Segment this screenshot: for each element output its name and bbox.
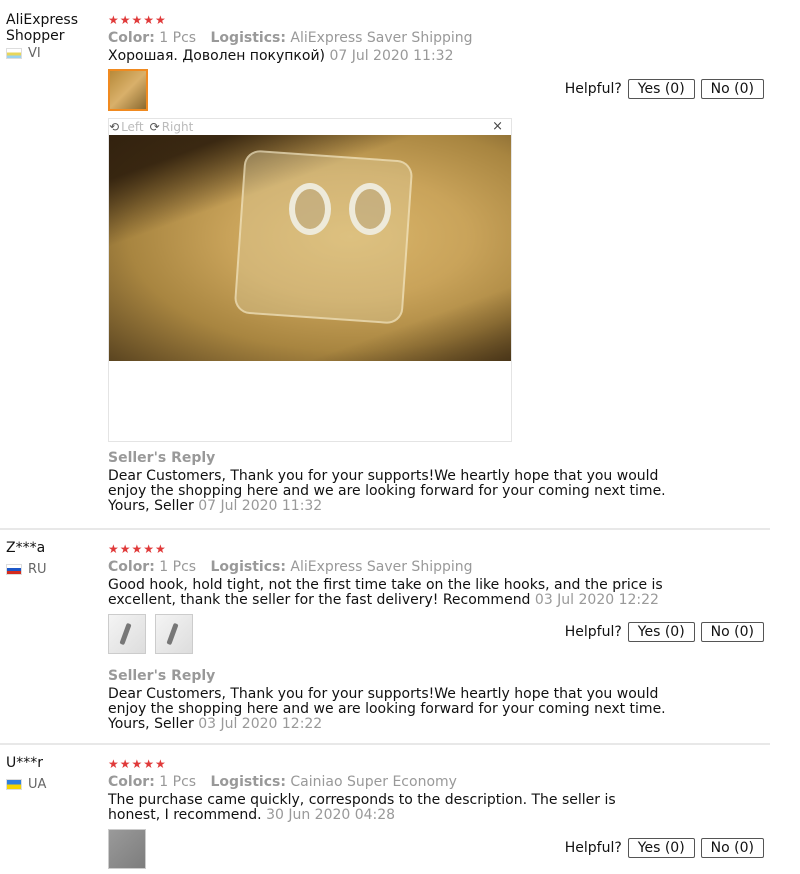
photo-viewer: ⟲ Left ⟳ Right × <box>108 118 512 442</box>
seller-reply-title: Seller's Reply <box>108 668 216 684</box>
color-value: 1 Pcs <box>159 559 197 575</box>
review-text-content: Хорошая. Доволен покупкой) <box>108 48 325 64</box>
helpful-label: Helpful? <box>564 624 622 640</box>
seller-reply-text: Dear Customers, Thank you for your suppo… <box>108 686 666 717</box>
country-code: UA <box>28 777 47 792</box>
reviewer-name: AliExpress Shopper <box>6 12 79 44</box>
rotate-right-icon: ⟳ <box>149 119 160 134</box>
helpful-no-button[interactable]: No (0) <box>700 838 764 858</box>
helpful-yes-button[interactable]: Yes (0) <box>627 79 695 99</box>
color-value: 1 Pcs <box>159 30 197 46</box>
review-photo-thumbnail[interactable] <box>108 829 146 869</box>
rating-stars: ★★★★★ <box>108 757 167 771</box>
helpful-no-button[interactable]: No (0) <box>700 622 764 642</box>
flag-icon <box>6 779 22 790</box>
reviewer-name: Z***a <box>6 540 46 556</box>
review-meta: Color: 1 Pcs Logistics: AliExpress Saver… <box>108 29 768 47</box>
seller-reply-date: 07 Jul 2020 11:32 <box>198 498 323 514</box>
rotate-left-label: Left <box>121 119 144 134</box>
rotate-left-icon: ⟲ <box>109 119 120 134</box>
seller-reply-sign: Yours, Seller 07 Jul 2020 11:32 <box>108 499 668 514</box>
reviewer-country: UA <box>6 777 101 792</box>
review-date: 07 Jul 2020 11:32 <box>329 48 454 64</box>
review-text: The purchase came quickly, corresponds t… <box>108 793 668 823</box>
rotate-right-button[interactable]: ⟳ Right <box>150 120 194 134</box>
logistics-label: Logistics: <box>210 30 286 46</box>
flag-icon <box>6 48 22 59</box>
reviewer-info: AliExpress Shopper VI <box>6 12 101 61</box>
helpful-controls: Helpful? Yes (0) No (0) <box>565 79 764 99</box>
review-text: Good hook, hold tight, not the first tim… <box>108 578 668 608</box>
review-date: 30 Jun 2020 04:28 <box>266 807 396 823</box>
logistics-label: Logistics: <box>210 559 286 575</box>
review-photo-thumbnail[interactable] <box>108 69 148 111</box>
color-label: Color: <box>108 30 155 46</box>
seller-reply: Seller's Reply Dear Customers, Thank you… <box>108 450 768 514</box>
seller-sign: Yours, Seller <box>108 716 194 732</box>
color-label: Color: <box>108 774 155 790</box>
review-date: 03 Jul 2020 12:22 <box>534 592 659 608</box>
rotate-left-button[interactable]: ⟲ Left <box>109 120 144 134</box>
review-photo-thumbnail[interactable] <box>108 614 146 654</box>
seller-reply-date: 03 Jul 2020 12:22 <box>198 716 323 732</box>
helpful-label: Helpful? <box>564 81 622 97</box>
review-item: AliExpress Shopper VI ★★★★★ Color: 1 Pcs… <box>0 0 770 530</box>
flag-icon <box>6 564 22 575</box>
reviewer-info: U***r UA <box>6 755 101 792</box>
helpful-yes-button[interactable]: Yes (0) <box>627 622 695 642</box>
helpful-label: Helpful? <box>564 840 622 856</box>
rating-stars: ★★★★★ <box>108 542 167 556</box>
helpful-no-button[interactable]: No (0) <box>700 79 764 99</box>
viewer-toolbar: ⟲ Left ⟳ Right <box>109 119 511 134</box>
review-photo <box>109 135 511 361</box>
review-meta: Color: 1 Pcs Logistics: Cainiao Super Ec… <box>108 773 768 791</box>
helpful-controls: Helpful? Yes (0) No (0) <box>565 622 764 642</box>
helpful-controls: Helpful? Yes (0) No (0) <box>565 838 764 858</box>
country-code: RU <box>28 562 47 577</box>
review-text: Хорошая. Доволен покупкой) 07 Jul 2020 1… <box>108 49 668 64</box>
rating-stars: ★★★★★ <box>108 13 167 27</box>
helpful-yes-button[interactable]: Yes (0) <box>627 838 695 858</box>
review-photo-thumbnail[interactable] <box>155 614 194 654</box>
seller-reply-sign: Yours, Seller 03 Jul 2020 12:22 <box>108 717 668 732</box>
review-meta: Color: 1 Pcs Logistics: AliExpress Saver… <box>108 558 768 576</box>
seller-reply-title: Seller's Reply <box>108 450 216 466</box>
logistics-value: Cainiao Super Economy <box>290 774 457 790</box>
review-item: Z***a RU ★★★★★ Color: 1 Pcs Logistics: A… <box>0 530 770 745</box>
seller-reply: Seller's Reply Dear Customers, Thank you… <box>108 668 768 732</box>
seller-sign: Yours, Seller <box>108 498 194 514</box>
reviewer-country: RU <box>6 562 101 577</box>
logistics-value: AliExpress Saver Shipping <box>290 30 473 46</box>
color-label: Color: <box>108 559 155 575</box>
review-item: U***r UA ★★★★★ Color: 1 Pcs Logistics: C… <box>0 745 770 874</box>
logistics-value: AliExpress Saver Shipping <box>290 559 473 575</box>
logistics-label: Logistics: <box>210 774 286 790</box>
close-icon[interactable]: × <box>492 119 503 134</box>
seller-reply-text: Dear Customers, Thank you for your suppo… <box>108 468 666 499</box>
country-code: VI <box>28 46 41 61</box>
reviewer-info: Z***a RU <box>6 540 101 577</box>
reviewer-country: VI <box>6 46 101 61</box>
rotate-right-label: Right <box>161 119 194 134</box>
color-value: 1 Pcs <box>159 774 197 790</box>
reviewer-name: U***r <box>6 755 44 771</box>
